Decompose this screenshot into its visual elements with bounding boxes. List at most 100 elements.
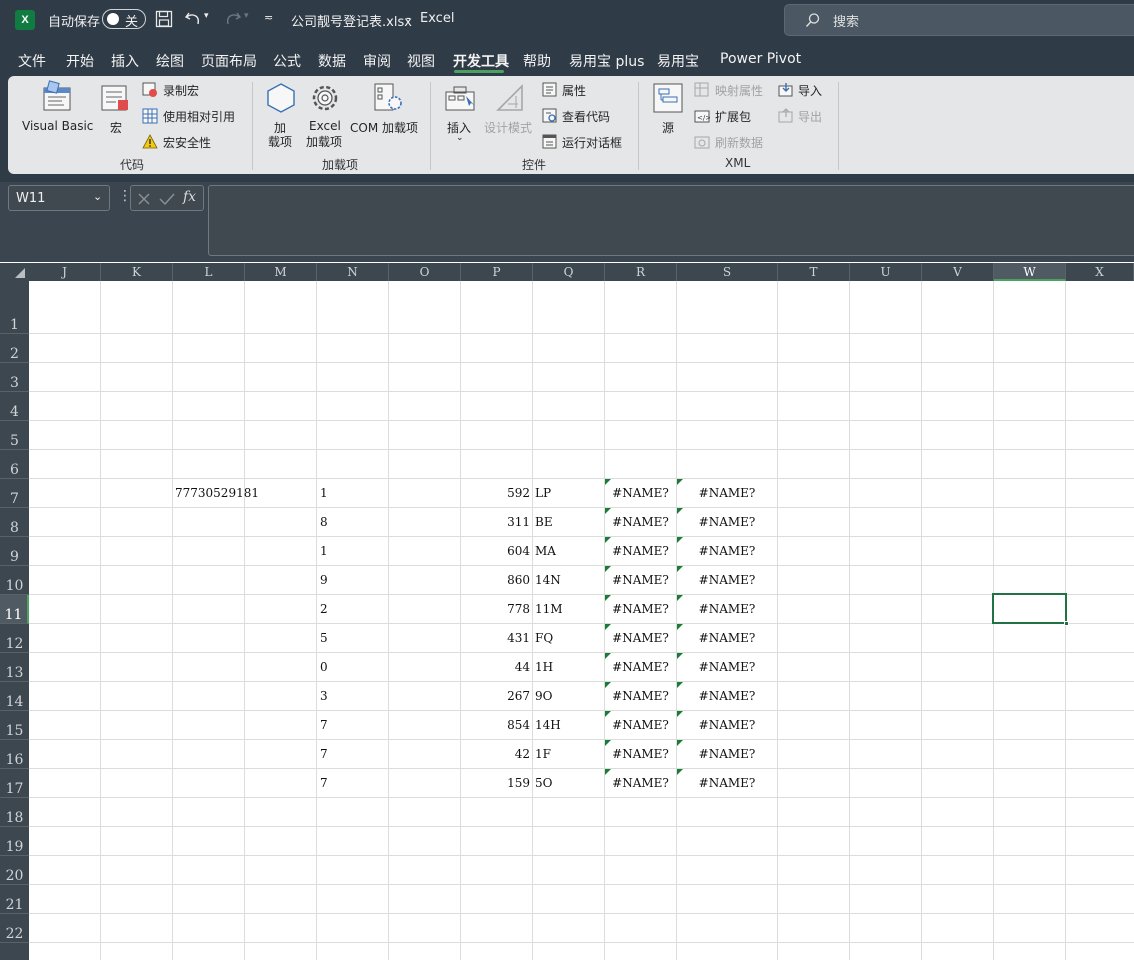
excel-addins-button[interactable]: Excel 加载项 (306, 80, 346, 150)
row-header[interactable]: 19 (0, 827, 29, 856)
tab-developer[interactable]: 开发工具 (453, 51, 509, 71)
cell-r[interactable]: #NAME? (605, 486, 676, 500)
row-header[interactable]: 7 (0, 479, 29, 508)
column-header-s[interactable]: S (677, 263, 778, 281)
cell-p[interactable]: 860 (461, 573, 530, 587)
cell-p[interactable]: 159 (461, 776, 530, 790)
export-button[interactable]: 导出 (778, 106, 828, 126)
cell-n[interactable]: 1 (320, 486, 328, 500)
macro-security-button[interactable]: 宏安全性 (142, 132, 252, 152)
autosave-toggle[interactable]: 关 (102, 9, 146, 30)
redo-dropdown-icon[interactable]: ▾ (244, 11, 249, 21)
cell-p[interactable]: 778 (461, 602, 530, 616)
cell-q[interactable]: 1F (535, 747, 551, 761)
cell-q[interactable]: 1H (535, 660, 553, 674)
cell-r[interactable]: #NAME? (605, 515, 676, 529)
cell-n[interactable]: 8 (320, 515, 328, 529)
cell-p[interactable]: 592 (461, 486, 530, 500)
cell-s[interactable]: #NAME? (677, 486, 777, 500)
active-cell-w11[interactable] (992, 593, 1069, 626)
column-header-l[interactable]: L (173, 263, 245, 281)
tab-data[interactable]: 数据 (318, 51, 346, 71)
cell-n[interactable]: 9 (320, 573, 328, 587)
tab-file[interactable]: 文件 (18, 51, 46, 71)
row-header[interactable]: 1 (0, 281, 29, 334)
cell-q[interactable]: BE (535, 515, 553, 529)
cell-n[interactable]: 1 (320, 544, 328, 558)
properties-button[interactable]: 属性 (542, 80, 622, 100)
cell-p[interactable]: 431 (461, 631, 530, 645)
column-header-k[interactable]: K (101, 263, 173, 281)
cell-r[interactable]: #NAME? (605, 573, 676, 587)
cell-q[interactable]: 14N (535, 573, 561, 587)
tab-home[interactable]: 开始 (66, 51, 94, 71)
record-macro-button[interactable]: 录制宏 (142, 80, 252, 100)
row-header[interactable]: 21 (0, 885, 29, 914)
cell-r[interactable]: #NAME? (605, 747, 676, 761)
cell-q[interactable]: 9O (535, 689, 552, 703)
cell-n[interactable]: 7 (320, 747, 328, 761)
row-header[interactable]: 12 (0, 624, 29, 653)
cell-p[interactable]: 42 (461, 747, 530, 761)
row-header[interactable]: 15 (0, 711, 29, 740)
tab-yiyongbao[interactable]: 易用宝 (657, 51, 699, 71)
insert-control-button[interactable]: 插入 ⌄ (442, 80, 478, 150)
cancel-icon[interactable] (137, 192, 151, 206)
cell-r[interactable]: #NAME? (605, 631, 676, 645)
cell-p[interactable]: 604 (461, 544, 530, 558)
cell-s[interactable]: #NAME? (677, 660, 777, 674)
cell-n[interactable]: 7 (320, 776, 328, 790)
addins-button[interactable]: 加 载项 (264, 80, 298, 150)
row-header[interactable]: 13 (0, 653, 29, 682)
undo-icon[interactable] (184, 9, 202, 27)
cell-n[interactable]: 5 (320, 631, 328, 645)
row-header[interactable]: 8 (0, 508, 29, 537)
cell-l7[interactable]: 77730529181 (175, 486, 259, 500)
row-header[interactable]: 14 (0, 682, 29, 711)
tab-review[interactable]: 审阅 (363, 51, 391, 71)
row-header[interactable]: 10 (0, 566, 29, 595)
column-header-p[interactable]: P (461, 263, 533, 281)
column-header-m[interactable]: M (245, 263, 317, 281)
cell-p[interactable]: 267 (461, 689, 530, 703)
cell-s[interactable]: #NAME? (677, 544, 777, 558)
column-header-j[interactable]: J (29, 263, 101, 281)
column-header-u[interactable]: U (850, 263, 922, 281)
import-button[interactable]: 导入 (778, 80, 828, 100)
row-header[interactable]: 20 (0, 856, 29, 885)
cell-n[interactable]: 0 (320, 660, 328, 674)
tab-yiyongbao-plus[interactable]: 易用宝 plus (569, 51, 644, 71)
cell-q[interactable]: 14H (535, 718, 561, 732)
cell-n[interactable]: 2 (320, 602, 328, 616)
tab-draw[interactable]: 绘图 (156, 51, 184, 71)
column-header-o[interactable]: O (389, 263, 461, 281)
tab-help[interactable]: 帮助 (523, 51, 551, 71)
fill-handle[interactable] (1064, 621, 1069, 626)
column-header-q[interactable]: Q (533, 263, 605, 281)
formula-input[interactable] (208, 185, 1134, 256)
row-header[interactable]: 9 (0, 537, 29, 566)
design-mode-button[interactable]: 设计模式 (484, 80, 536, 136)
row-header[interactable]: 11 (0, 595, 29, 624)
tab-power-pivot[interactable]: Power Pivot (720, 51, 801, 67)
column-header-r[interactable]: R (605, 263, 677, 281)
cell-r[interactable]: #NAME? (605, 660, 676, 674)
cell-n[interactable]: 3 (320, 689, 328, 703)
cell-p[interactable]: 854 (461, 718, 530, 732)
cell-n[interactable]: 7 (320, 718, 328, 732)
run-dialog-button[interactable]: 运行对话框 (542, 132, 632, 152)
select-all-icon[interactable] (14, 267, 26, 279)
cell-s[interactable]: #NAME? (677, 718, 777, 732)
undo-dropdown-icon[interactable]: ▾ (204, 11, 209, 21)
cell-s[interactable]: #NAME? (677, 776, 777, 790)
cell-r[interactable]: #NAME? (605, 718, 676, 732)
cell-q[interactable]: LP (535, 486, 551, 500)
column-header-n[interactable]: N (317, 263, 389, 281)
cell-r[interactable]: #NAME? (605, 544, 676, 558)
cell-s[interactable]: #NAME? (677, 689, 777, 703)
cell-s[interactable]: #NAME? (677, 747, 777, 761)
insert-function-icon[interactable]: fx (183, 189, 196, 205)
xml-source-button[interactable]: 源 (650, 80, 684, 136)
cell-s[interactable]: #NAME? (677, 573, 777, 587)
row-header[interactable]: 22 (0, 914, 29, 943)
